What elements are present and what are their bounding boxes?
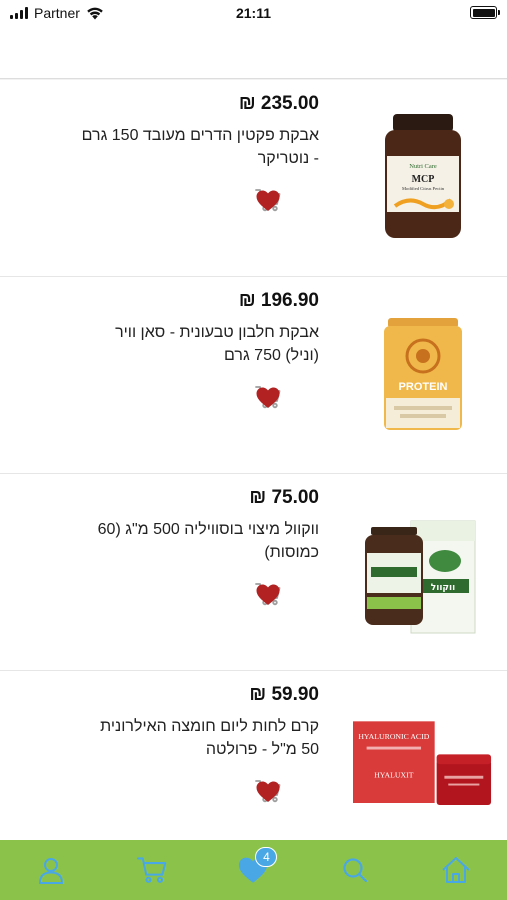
tab-home[interactable] [426, 840, 486, 900]
cart-icon [137, 857, 167, 883]
product-image[interactable]: ווקוול [353, 488, 493, 653]
svg-text:HYALURONIC ACID: HYALURONIC ACID [358, 731, 429, 740]
tab-search[interactable] [325, 840, 385, 900]
battery-icon [470, 6, 500, 19]
product-image[interactable]: Nutri Care MCP Modified Citrus Pectin [353, 94, 493, 259]
product-card[interactable]: ₪ 59.90 קרם לחות ליום חומצה האילרונית 50… [0, 671, 507, 840]
svg-text:ווקוול: ווקוול [431, 583, 455, 593]
heart-icon[interactable] [256, 190, 280, 212]
status-bar: Partner 21:11 [0, 0, 507, 26]
product-name[interactable]: קרם לחות ליום חומצה האילרונית 50 מ"ל - פ… [79, 715, 319, 761]
heart-icon[interactable] [256, 781, 280, 803]
product-price: ₪ 196.90 [238, 290, 319, 311]
search-icon [343, 858, 367, 883]
product-price: ₪ 59.90 [249, 684, 319, 705]
home-icon [442, 857, 470, 883]
product-card[interactable]: ₪ 235.00 אבקת פקטין הדרים מעובד 150 גרם … [0, 80, 507, 277]
svg-text:HYALUXIT: HYALUXIT [374, 770, 414, 779]
user-icon [38, 858, 63, 884]
svg-text:Modified Citrus Pectin: Modified Citrus Pectin [402, 186, 445, 191]
product-name[interactable]: ווקוול מיצוי בוסוויליה 500 מ"ג (60 כמוסו… [79, 518, 319, 564]
heart-icon[interactable] [256, 584, 280, 606]
status-left: Partner [10, 5, 104, 21]
svg-text:PROTEIN: PROTEIN [399, 381, 448, 393]
box-vokol-image: ווקוול [353, 490, 493, 651]
tab-profile[interactable] [21, 840, 81, 900]
carrier-name: Partner [34, 5, 80, 21]
product-name[interactable]: אבקת פקטין הדרים מעובד 150 גרם - נוטריקר [79, 124, 319, 170]
favorites-badge: 4 [255, 847, 278, 867]
heart-icon[interactable] [256, 387, 280, 409]
tab-favorites[interactable]: 4 [223, 840, 283, 900]
signal-icon [10, 7, 28, 19]
product-card[interactable]: ₪ 75.00 ווקוול מיצוי בוסוויליה 500 מ"ג (… [0, 474, 507, 671]
product-image[interactable]: HYALURONIC ACID HYALUXIT [353, 685, 493, 840]
tab-bar: 4 [0, 840, 507, 900]
product-price: ₪ 75.00 [249, 487, 319, 508]
product-image[interactable]: PROTEIN [353, 291, 493, 456]
product-card[interactable]: ₪ 196.90 אבקת חלבון טבעונית - סאן וויר (… [0, 277, 507, 474]
box-hyaluronic-image: HYALURONIC ACID HYALUXIT [353, 720, 492, 805]
jar-mcp-image: Nutri Care MCP Modified Citrus Pectin [385, 113, 461, 238]
tab-cart[interactable] [122, 840, 182, 900]
product-price: ₪ 235.00 [238, 93, 319, 114]
header-area [0, 26, 507, 79]
wifi-icon [87, 7, 103, 20]
svg-text:MCP: MCP [412, 174, 435, 185]
jar-protein-image: PROTEIN [384, 317, 462, 430]
product-list[interactable]: ₪ 235.00 אבקת פקטין הדרים מעובד 150 גרם … [0, 80, 507, 840]
product-name[interactable]: אבקת חלבון טבעונית - סאן וויר (וניל) 750… [79, 321, 319, 367]
svg-text:Nutri Care: Nutri Care [409, 163, 437, 170]
